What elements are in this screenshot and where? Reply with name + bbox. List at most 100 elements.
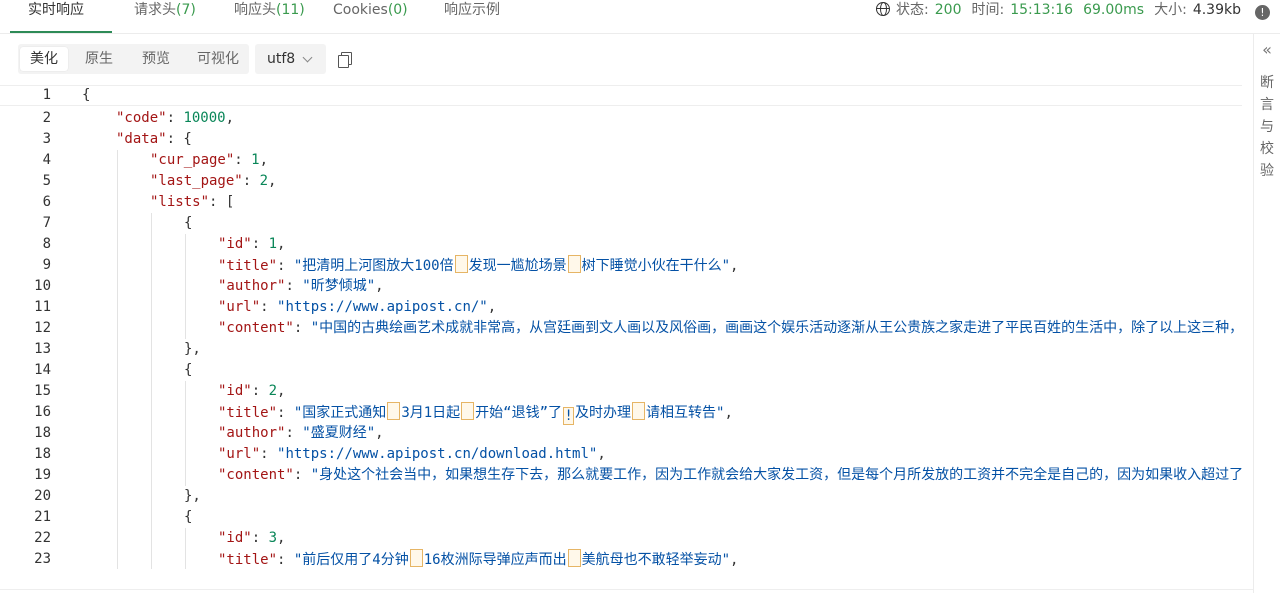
code-line: 23 "title": "前后仅用了4分钟 16枚洲际导弹应声而出 美航母也不敢轻举妄… xyxy=(0,549,1242,569)
json-punctuation: , xyxy=(259,152,269,168)
code-line: 16 "title": "国家正式通知 3月1日起 开始“退钱”了! 及时办理 请相互转告… xyxy=(0,402,1242,425)
assertion-validation-tab[interactable]: 断言与校验 xyxy=(1254,72,1280,182)
json-punctuation: { xyxy=(184,362,193,378)
json-key: "title" xyxy=(218,405,278,421)
indent-guide xyxy=(151,255,152,276)
indent-guide xyxy=(117,318,118,339)
response-status: 状态: 200 时间: 15:13:16 69.00ms 大小: 4.39kb! xyxy=(876,0,1280,22)
tab-label: 请求头 xyxy=(134,2,176,18)
indent-guide xyxy=(117,528,118,549)
code-text: "title": "国家正式通知 3月1日起 开始“退钱”了! 及时办理 请相互转告", xyxy=(218,402,733,425)
code-line: 20}, xyxy=(0,486,1242,507)
collapse-left-icon[interactable]: « xyxy=(1254,42,1280,58)
code-line: 13}, xyxy=(0,339,1242,360)
tab-count: (0) xyxy=(387,2,408,18)
line-number: 5 xyxy=(42,173,51,189)
encoding-value: utf8 xyxy=(267,51,296,67)
line-number: 21 xyxy=(34,509,51,525)
json-key: "url" xyxy=(218,446,261,462)
json-key: "cur_page" xyxy=(150,152,235,168)
json-string: 发现一尴尬场景 xyxy=(468,258,567,274)
json-punctuation: { xyxy=(184,215,193,231)
tab-cookies[interactable]: Cookies(0) xyxy=(333,0,408,33)
code-line: 21 { xyxy=(0,507,1242,528)
line-number: 3 xyxy=(42,131,51,147)
json-number: 10000 xyxy=(183,110,226,126)
code-line: 4 "cur_page": 1, xyxy=(0,150,1242,171)
json-key: "author" xyxy=(218,278,286,294)
indent-guide xyxy=(151,213,152,234)
indent-guide xyxy=(151,318,152,339)
json-punctuation: : xyxy=(166,110,184,126)
code-line: 2 "code": 10000, xyxy=(0,108,1242,129)
mode-raw-button[interactable]: 原生 xyxy=(75,47,123,71)
punctuation-highlight xyxy=(461,402,475,420)
line-number: 1 xyxy=(42,87,51,103)
response-size: 4.39kb xyxy=(1192,2,1241,18)
json-number: 1 xyxy=(268,236,278,252)
json-punctuation: , xyxy=(597,446,606,462)
json-key: "id" xyxy=(218,236,252,252)
json-punctuation: : xyxy=(293,320,311,336)
indent-guide xyxy=(185,276,186,297)
json-punctuation: : xyxy=(251,530,269,546)
json-punctuation: , xyxy=(375,425,384,441)
indent-guide xyxy=(151,549,152,569)
indent-guide xyxy=(151,486,152,507)
info-icon[interactable]: ! xyxy=(1255,5,1270,20)
json-key: "id" xyxy=(218,530,252,546)
response-body-editor[interactable]: 1{2 "code": 10000, 3 "data": {4 "cur_page": … xyxy=(0,85,1242,569)
code-line: 3 "data": { xyxy=(0,129,1242,150)
indent-guide xyxy=(117,171,118,192)
line-number: 11 xyxy=(34,299,51,315)
json-number: 3 xyxy=(268,530,278,546)
json-punctuation: , xyxy=(277,383,286,399)
line-number: 22 xyxy=(34,530,51,546)
mode-beautify-button[interactable]: 美化 xyxy=(20,47,68,71)
indent-guide xyxy=(117,192,118,213)
tab-label: 响应示例 xyxy=(444,2,500,18)
time-label: 时间: xyxy=(971,2,1005,18)
tab-response-example[interactable]: 响应示例 xyxy=(444,0,500,33)
indent-guide xyxy=(185,465,186,486)
indent-guide xyxy=(117,360,118,381)
mode-visualize-button[interactable]: 可视化 xyxy=(187,47,249,71)
encoding-select[interactable]: utf8 xyxy=(255,44,326,74)
globe-icon[interactable] xyxy=(876,2,891,16)
json-key: "content" xyxy=(218,320,294,336)
tab-realtime-response[interactable]: 实时响应 xyxy=(28,0,84,33)
code-text: "id": 3, xyxy=(218,528,285,549)
tab-request-headers[interactable]: 请求头(7) xyxy=(134,0,196,33)
tab-response-headers[interactable]: 响应头(11) xyxy=(234,0,305,33)
json-punctuation: : xyxy=(285,278,303,294)
json-string: "国家正式通知 xyxy=(293,405,387,421)
json-string: "把清明上河图放大100倍 xyxy=(293,258,454,274)
code-line: 8 "id": 1, xyxy=(0,234,1242,255)
response-tab-bar: 实时响应 请求头(7) 响应头(11) Cookies(0) 响应示例 状态: 2… xyxy=(0,0,1280,34)
json-punctuation: : xyxy=(293,467,311,483)
json-punctuation: { xyxy=(82,87,91,103)
view-mode-group: 美化 原生 预览 可视化 xyxy=(18,44,249,74)
json-punctuation: : xyxy=(277,552,294,568)
json-punctuation: , xyxy=(730,552,739,568)
code-text: { xyxy=(184,360,192,381)
indent-guide xyxy=(185,381,186,402)
tab-count: (11) xyxy=(276,2,305,18)
response-duration: 69.00ms xyxy=(1083,2,1145,18)
response-time: 15:13:16 xyxy=(1010,2,1074,18)
code-line: 18 "url": "https://www.apipost.cn/downloa… xyxy=(0,444,1242,465)
json-punctuation: }, xyxy=(184,341,201,357)
indent-guide xyxy=(151,444,152,465)
json-number: 2 xyxy=(268,383,278,399)
code-line: 18 "author": "盛夏财经", xyxy=(0,423,1242,444)
json-string: 树下睡觉小伙在干什么" xyxy=(581,258,731,274)
code-line: 1{ xyxy=(0,85,1242,106)
indent-guide xyxy=(117,381,118,402)
punctuation-highlight xyxy=(567,549,581,567)
code-text: "content": "身处这个社会当中，如果想生存下去，那么就要工作，因为工作… xyxy=(218,465,1242,486)
line-number: 7 xyxy=(42,215,51,231)
copy-icon[interactable] xyxy=(338,52,352,68)
indent-guide xyxy=(151,528,152,549)
mode-preview-button[interactable]: 预览 xyxy=(132,47,180,71)
json-key: "url" xyxy=(218,299,261,315)
